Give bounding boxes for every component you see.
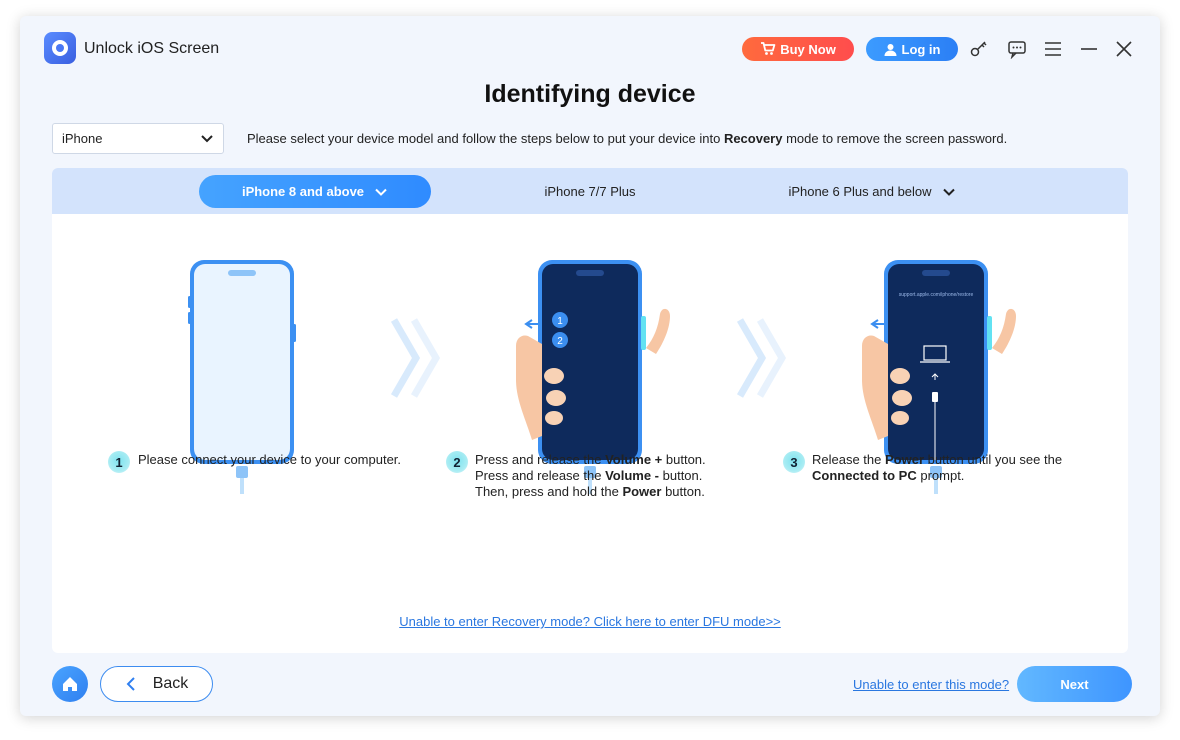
instruction-text: Please select your device model and foll… — [247, 131, 1008, 146]
step-3-text: Release the Power button until you see t… — [812, 452, 1063, 483]
buy-now-button[interactable]: Buy Now — [742, 37, 854, 61]
chevron-down-icon — [942, 188, 955, 196]
menu-icon[interactable] — [1042, 38, 1064, 60]
minimize-icon[interactable] — [1078, 38, 1100, 60]
close-icon[interactable] — [1113, 38, 1135, 60]
unable-to-enter-link[interactable]: Unable to enter this mode? — [853, 677, 1009, 692]
app-title: Unlock iOS Screen — [84, 40, 220, 57]
chevron-down-icon — [201, 135, 213, 143]
device-model-select[interactable]: iPhone — [52, 123, 224, 154]
next-button[interactable]: Next — [1017, 666, 1132, 702]
step-3-badge: 3 — [783, 451, 805, 473]
tab-iphone-8-and-above[interactable]: iPhone 8 and above — [199, 175, 431, 208]
badge-one: 1 — [557, 316, 563, 327]
app-logo-icon — [44, 32, 76, 64]
key-icon[interactable] — [968, 38, 990, 60]
step-2-text: Press and release the Volume + button. P… — [475, 452, 706, 499]
tab-iphone-6-plus-and-below[interactable]: iPhone 6 Plus and below — [762, 175, 982, 208]
page-title: Identifying device — [484, 80, 696, 108]
buy-now-label: Buy Now — [780, 41, 836, 57]
chevrons-right-icon — [736, 318, 787, 398]
chevron-down-icon — [375, 188, 387, 196]
chevrons-right-icon — [390, 318, 441, 398]
user-icon — [884, 43, 896, 56]
home-button[interactable] — [52, 666, 88, 702]
back-button[interactable]: Back — [100, 666, 213, 702]
app-window: Unlock iOS Screen Buy Now Log in Identif… — [20, 16, 1160, 716]
login-label: Log in — [901, 41, 941, 57]
cart-icon — [761, 42, 776, 55]
back-label: Back — [152, 675, 189, 692]
chevron-left-icon — [126, 677, 135, 691]
step-1-text: Please connect your device to your compu… — [138, 452, 402, 467]
dfu-mode-link[interactable]: Unable to enter Recovery mode? Click her… — [52, 614, 1128, 629]
model-tab-bar: iPhone 8 and above iPhone 7/7 Plus iPhon… — [52, 168, 1128, 214]
home-icon — [63, 677, 77, 691]
phone-connect-illustration — [188, 260, 296, 494]
device-model-value: iPhone — [62, 131, 103, 146]
login-button[interactable]: Log in — [866, 37, 958, 61]
chat-icon[interactable] — [1006, 38, 1028, 60]
step-2-badge: 2 — [446, 451, 468, 473]
tab-iphone-7-plus[interactable]: iPhone 7/7 Plus — [492, 175, 688, 208]
step-1-badge: 1 — [108, 451, 130, 473]
badge-two: 2 — [557, 336, 563, 347]
recovery-url-text: support.apple.com/iphone/restore — [899, 292, 974, 298]
steps-panel: iPhone 8 and above iPhone 7/7 Plus iPhon… — [52, 168, 1128, 653]
